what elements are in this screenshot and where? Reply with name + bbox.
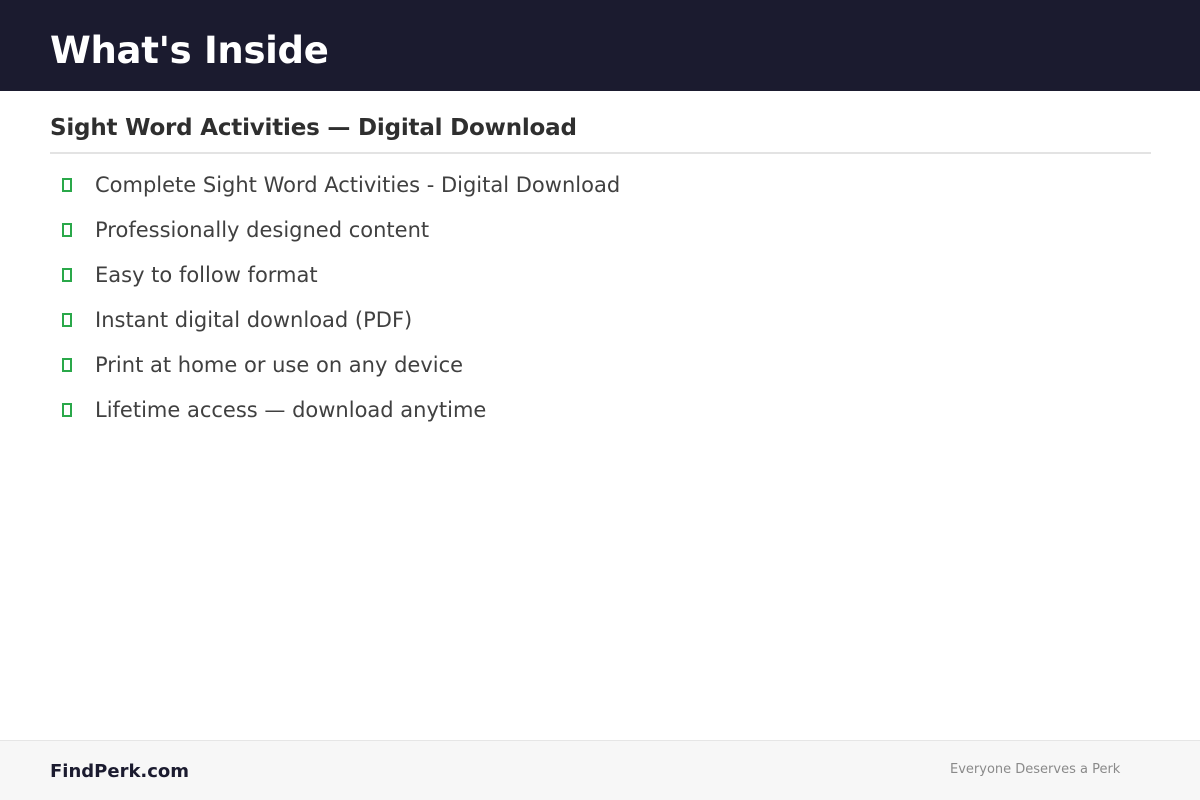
list-item: Complete Sight Word Activities - Digital… xyxy=(50,171,1151,216)
feature-text: Instant digital download (PDF) xyxy=(95,308,413,332)
checkbox-icon xyxy=(62,178,72,192)
checkbox-icon xyxy=(62,403,72,417)
whats-inside-section: Sight Word Activities — Digital Download… xyxy=(50,112,1151,441)
list-item: Easy to follow format xyxy=(50,261,1151,306)
header-bar: What's Inside xyxy=(0,0,1200,91)
checkbox-icon xyxy=(62,358,72,372)
section-heading: Sight Word Activities — Digital Download xyxy=(50,112,1151,154)
feature-text: Complete Sight Word Activities - Digital… xyxy=(95,173,621,197)
checkbox-icon xyxy=(62,313,72,327)
checkbox-icon xyxy=(62,223,72,237)
footer-tagline: Everyone Deserves a Perk xyxy=(950,762,1121,777)
footer: FindPerk.com Everyone Deserves a Perk xyxy=(0,740,1200,800)
feature-list: Complete Sight Word Activities - Digital… xyxy=(50,171,1151,441)
list-item: Professionally designed content xyxy=(50,216,1151,261)
list-item: Instant digital download (PDF) xyxy=(50,306,1151,351)
footer-brand-link[interactable]: FindPerk.com xyxy=(50,761,189,783)
feature-text: Easy to follow format xyxy=(95,263,318,287)
page-title: What's Inside xyxy=(50,29,329,72)
page: What's Inside Sight Word Activities — Di… xyxy=(0,0,1200,800)
list-item: Lifetime access — download anytime xyxy=(50,396,1151,441)
list-item: Print at home or use on any device xyxy=(50,351,1151,396)
feature-text: Professionally designed content xyxy=(95,218,430,242)
checkbox-icon xyxy=(62,268,72,282)
feature-text: Lifetime access — download anytime xyxy=(95,398,487,422)
feature-text: Print at home or use on any device xyxy=(95,353,464,377)
